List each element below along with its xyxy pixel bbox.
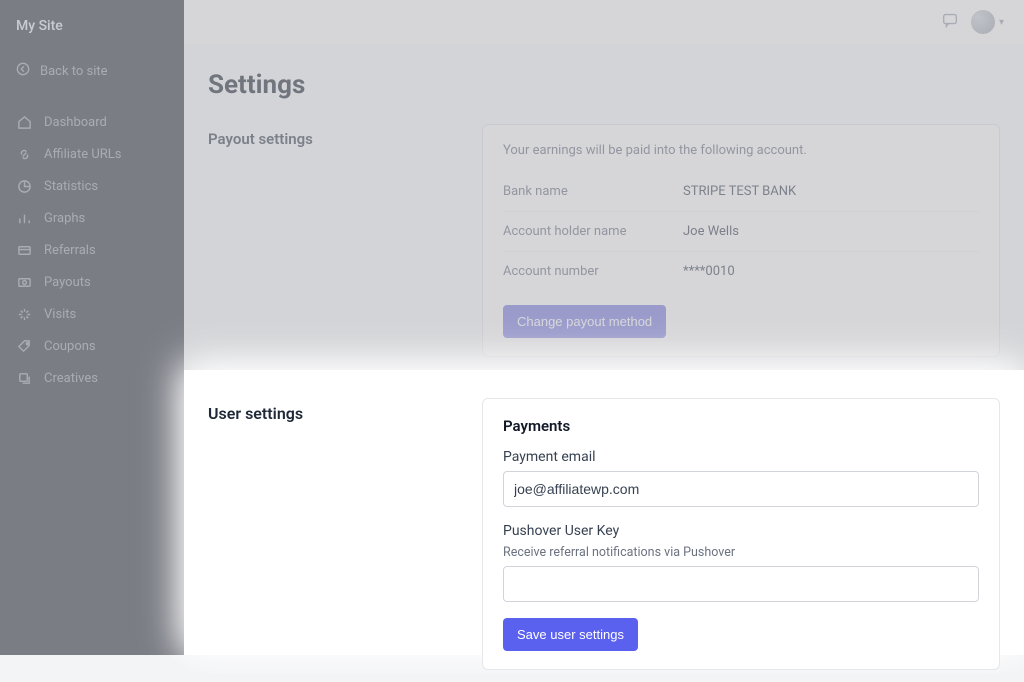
payout-note: Your earnings will be paid into the foll…	[503, 143, 979, 158]
sidebar-item-label: Graphs	[44, 211, 85, 226]
sidebar: My Site Back to site Dashboard Affiliate…	[0, 0, 184, 655]
payout-row-number: Account number ****0010	[503, 252, 979, 291]
kv-value: ****0010	[683, 264, 735, 279]
card-title-payments: Payments	[503, 417, 979, 435]
home-icon	[16, 114, 32, 130]
chat-icon[interactable]	[941, 11, 959, 33]
sidebar-item-dashboard[interactable]: Dashboard	[0, 106, 184, 138]
kv-value: STRIPE TEST BANK	[683, 184, 796, 199]
cash-icon	[16, 274, 32, 290]
page-title: Settings	[184, 44, 1024, 112]
kv-label: Account holder name	[503, 224, 683, 239]
sidebar-item-label: Creatives	[44, 371, 98, 386]
sidebar-item-label: Visits	[44, 307, 76, 322]
sidebar-item-label: Statistics	[44, 179, 98, 194]
sidebar-item-referrals[interactable]: Referrals	[0, 234, 184, 266]
sidebar-item-statistics[interactable]: Statistics	[0, 170, 184, 202]
back-to-site-link[interactable]: Back to site	[0, 52, 184, 90]
card-icon	[16, 242, 32, 258]
pie-icon	[16, 178, 32, 194]
payout-settings-section: Payout settings Your earnings will be pa…	[184, 112, 1024, 369]
click-icon	[16, 306, 32, 322]
site-title: My Site	[0, 0, 184, 46]
user-settings-card: Payments Payment email Pushover User Key…	[482, 398, 1000, 670]
chevron-down-icon: ▾	[999, 17, 1004, 28]
kv-value: Joe Wells	[683, 224, 739, 239]
sidebar-item-label: Coupons	[44, 339, 96, 354]
avatar	[971, 10, 995, 34]
payment-email-label: Payment email	[503, 449, 979, 465]
user-settings-section: User settings Payments Payment email Pus…	[184, 370, 1024, 655]
sidebar-item-graphs[interactable]: Graphs	[0, 202, 184, 234]
sidebar-item-label: Affiliate URLs	[44, 147, 122, 162]
tag-icon	[16, 338, 32, 354]
topbar: ▾	[184, 0, 1024, 44]
payout-row-holder: Account holder name Joe Wells	[503, 212, 979, 252]
save-user-settings-button[interactable]: Save user settings	[503, 618, 638, 651]
sidebar-item-coupons[interactable]: Coupons	[0, 330, 184, 362]
pushover-label: Pushover User Key	[503, 523, 979, 539]
back-to-site-label: Back to site	[40, 64, 108, 79]
sidebar-item-label: Payouts	[44, 275, 91, 290]
sidebar-item-label: Dashboard	[44, 115, 107, 130]
arrow-back-icon	[16, 62, 30, 80]
sidebar-item-affiliate-urls[interactable]: Affiliate URLs	[0, 138, 184, 170]
change-payout-button[interactable]: Change payout method	[503, 305, 666, 338]
section-label-user: User settings	[208, 398, 458, 670]
sidebar-item-creatives[interactable]: Creatives	[0, 362, 184, 394]
sidebar-nav: Dashboard Affiliate URLs Statistics Grap…	[0, 100, 184, 394]
kv-label: Account number	[503, 264, 683, 279]
sidebar-item-label: Referrals	[44, 243, 96, 258]
copy-icon	[16, 370, 32, 386]
kv-label: Bank name	[503, 184, 683, 199]
user-menu[interactable]: ▾	[971, 10, 1004, 34]
payment-email-input[interactable]	[503, 471, 979, 507]
payout-row-bank: Bank name STRIPE TEST BANK	[503, 172, 979, 212]
link-icon	[16, 146, 32, 162]
bars-icon	[16, 210, 32, 226]
pushover-key-input[interactable]	[503, 566, 979, 602]
sidebar-item-visits[interactable]: Visits	[0, 298, 184, 330]
pushover-help: Receive referral notifications via Pusho…	[503, 545, 979, 560]
section-label-payout: Payout settings	[208, 124, 458, 357]
payout-card: Your earnings will be paid into the foll…	[482, 124, 1000, 357]
sidebar-item-payouts[interactable]: Payouts	[0, 266, 184, 298]
